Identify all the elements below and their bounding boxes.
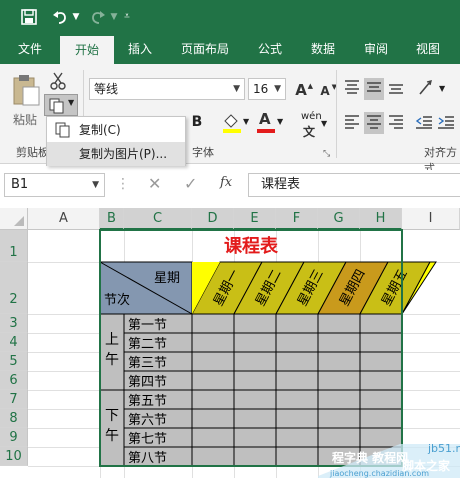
tab-insert[interactable]: 插入: [118, 34, 162, 64]
paste-button[interactable]: 粘贴: [8, 72, 42, 132]
period-label-5: 第五节: [128, 394, 167, 409]
font-group-label: 字体: [192, 146, 214, 159]
font-size-value: 16: [253, 82, 269, 96]
increase-indent-icon[interactable]: [436, 112, 456, 134]
chevron-down-icon: ▼: [92, 180, 99, 190]
chevron-down-icon: ▼: [277, 117, 284, 126]
corner-bottom-label: 节次: [104, 292, 130, 308]
name-box-value: B1: [11, 177, 29, 192]
period-label-6: 第六节: [128, 413, 167, 428]
phonetic-char: 文: [303, 125, 316, 139]
tab-data[interactable]: 数据: [300, 34, 346, 64]
pm-label-2: 午: [105, 428, 119, 444]
chevron-down-icon[interactable]: ⩡: [120, 5, 134, 29]
fill-color-button[interactable]: ▼: [220, 110, 250, 136]
tab-page-layout[interactable]: 页面布局: [172, 34, 238, 64]
watermark-site: jb51.net: [427, 442, 460, 455]
align-left-icon[interactable]: [342, 112, 362, 134]
menu-item-copy-as-picture-label: 复制为图片(P)...: [79, 147, 168, 161]
more-icon: ⋮: [116, 176, 130, 192]
menu-item-copy-label: 复制(C): [79, 123, 121, 137]
period-label-3: 第三节: [128, 356, 167, 371]
tab-file[interactable]: 文件: [8, 34, 52, 64]
font-color-button[interactable]: A ▼: [254, 110, 284, 136]
am-label-1: 上: [105, 332, 119, 348]
grow-font-label: A: [295, 81, 307, 99]
redo-icon[interactable]: [88, 5, 108, 29]
font-size-box[interactable]: 16 ▼: [248, 78, 286, 100]
tab-home[interactable]: 开始: [60, 36, 114, 64]
phonetic-label: wén: [301, 111, 322, 122]
chevron-down-icon: ▼: [233, 84, 240, 94]
pm-label-1: 下: [105, 408, 119, 424]
clipboard-group-label: 剪贴板: [16, 146, 49, 159]
chevron-down-icon: ▼: [274, 84, 281, 94]
menu-item-copy[interactable]: 复制(C): [47, 118, 185, 142]
chevron-down-icon: ▼: [321, 119, 328, 128]
font-name-value: 等线: [94, 82, 119, 96]
undo-icon[interactable]: [50, 5, 70, 29]
timetable-title: 课程表: [224, 235, 279, 257]
align-middle-icon[interactable]: [364, 78, 384, 100]
worksheet-grid[interactable]: ABCDEFGHI 1 2 3 4 5 6 7 8 9 10 星期 节次 星期一 星期二 星期三 星期四 星期…: [0, 208, 460, 478]
copy-dropdown-icon[interactable]: ▼: [68, 98, 74, 107]
watermark-sub: 程字典 教程网: [332, 450, 408, 465]
shrink-font-button[interactable]: A ▼: [316, 79, 337, 99]
align-center-icon[interactable]: [364, 112, 384, 134]
cut-icon[interactable]: [46, 70, 68, 90]
orientation-icon[interactable]: ▼: [416, 78, 446, 100]
period-label-8: 第八节: [128, 451, 167, 466]
font-color-swatch: [257, 129, 275, 133]
caret-up-icon: ▲: [307, 82, 313, 90]
phonetic-button[interactable]: wén 文 ▼: [296, 110, 330, 139]
dialog-launcher-icon[interactable]: ⤡: [322, 148, 332, 159]
formula-value: 课程表: [261, 177, 301, 192]
redo-dropdown-icon[interactable]: ▼: [108, 5, 120, 29]
group-separator: [336, 70, 337, 158]
name-box[interactable]: B1 ▼: [4, 173, 105, 197]
save-icon[interactable]: [18, 5, 40, 29]
bold-label: B: [191, 114, 203, 130]
tab-view[interactable]: 视图: [406, 34, 450, 64]
watermark-url: jiaocheng.chazidian.com: [329, 469, 429, 478]
menu-item-copy-as-picture[interactable]: 复制为图片(P)...: [47, 142, 185, 166]
period-label-7: 第七节: [128, 432, 167, 447]
copy-button[interactable]: ▼: [44, 94, 78, 116]
cancel-icon[interactable]: ✕: [148, 174, 161, 193]
title-bar: ▼ ▼ ⩡: [0, 0, 460, 34]
font-name-box[interactable]: 等线 ▼: [89, 78, 245, 100]
bold-button[interactable]: B: [188, 110, 206, 132]
decrease-indent-icon[interactable]: [414, 112, 434, 134]
tab-review[interactable]: 审阅: [354, 34, 398, 64]
align-bottom-icon[interactable]: [386, 78, 406, 100]
align-top-icon[interactable]: [342, 78, 362, 100]
period-label-4: 第四节: [128, 375, 167, 390]
font-color-letter: A: [259, 110, 271, 128]
sheet-content: 星期节次 星期一 星期二 星期三 星期四 星期五上午下午第一节第二节第三节第四节第五节第六…: [99, 229, 460, 478]
tab-formulas[interactable]: 公式: [248, 34, 292, 64]
shrink-font-label: A: [320, 84, 330, 98]
formula-input[interactable]: 课程表: [248, 173, 460, 197]
copy-menu: 复制(C) 复制为图片(P)...: [46, 116, 186, 166]
chevron-down-icon: ▼: [243, 117, 250, 126]
fx-icon[interactable]: fx: [220, 175, 232, 190]
chevron-down-icon: ▼: [439, 84, 446, 93]
paste-label: 粘贴: [13, 113, 38, 127]
corner-top-label: 星期: [154, 271, 180, 286]
period-label-1: 第一节: [128, 318, 167, 333]
ribbon-tabs: 文件 开始 插入 页面布局 公式 数据 审阅 视图: [0, 34, 460, 64]
undo-dropdown-icon[interactable]: ▼: [70, 5, 82, 29]
am-label-2: 午: [105, 352, 119, 368]
grow-font-button[interactable]: A ▲: [292, 79, 313, 99]
enter-icon[interactable]: ✓: [184, 174, 197, 193]
period-label-2: 第二节: [128, 337, 167, 352]
formula-bar: B1 ▼ ⋮ ✕ ✓ fx 课程表: [0, 170, 460, 200]
align-right-icon[interactable]: [386, 112, 406, 134]
